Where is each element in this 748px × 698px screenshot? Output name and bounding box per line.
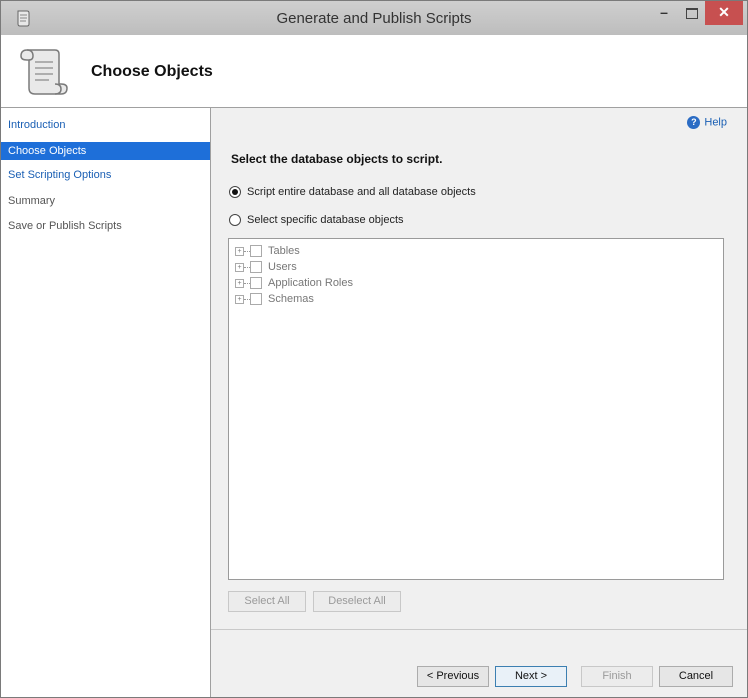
section-title: Select the database objects to script. bbox=[231, 152, 443, 166]
tree-item-label: Schemas bbox=[268, 293, 314, 306]
object-tree[interactable]: + Tables + Users + Application Roles + Schem… bbox=[228, 238, 724, 580]
radio-selected-icon[interactable] bbox=[229, 186, 241, 199]
checkbox-schemas[interactable] bbox=[250, 293, 262, 306]
maximize-button[interactable] bbox=[679, 1, 705, 25]
expand-icon[interactable]: + bbox=[235, 294, 244, 304]
nav-item-choose-objects[interactable]: Choose Objects bbox=[1, 142, 210, 160]
cancel-button[interactable]: Cancel bbox=[659, 666, 733, 687]
next-button[interactable]: Next > bbox=[495, 666, 567, 687]
expand-icon[interactable]: + bbox=[235, 246, 244, 256]
option-entire-database-label: Script entire database and all database … bbox=[247, 186, 476, 199]
nav-item-save-or-publish-scripts: Save or Publish Scripts bbox=[8, 220, 122, 232]
scroll-icon bbox=[20, 49, 68, 95]
tree-item-label: Tables bbox=[268, 245, 300, 258]
page-header: Choose Objects bbox=[1, 35, 747, 108]
wizard-nav: Introduction Choose Objects Set Scriptin… bbox=[1, 108, 211, 697]
close-button[interactable]: ✕ bbox=[705, 1, 743, 25]
page-title: Choose Objects bbox=[91, 63, 213, 80]
nav-item-set-scripting-options[interactable]: Set Scripting Options bbox=[1, 166, 210, 184]
finish-button[interactable]: Finish bbox=[581, 666, 653, 687]
tree-item-tables[interactable]: + Tables bbox=[235, 243, 300, 259]
tree-item-label: Application Roles bbox=[268, 277, 353, 290]
option-specific-objects[interactable]: Select specific database objects bbox=[229, 214, 404, 227]
option-entire-database[interactable]: Script entire database and all database … bbox=[229, 186, 476, 199]
checkbox-tables[interactable] bbox=[250, 245, 262, 258]
expand-icon[interactable]: + bbox=[235, 262, 244, 272]
help-link[interactable]: ? Help bbox=[687, 116, 727, 129]
tree-item-users[interactable]: + Users bbox=[235, 259, 297, 275]
radio-unselected-icon[interactable] bbox=[229, 214, 241, 227]
help-icon: ? bbox=[687, 116, 701, 129]
title-bar[interactable]: Generate and Publish Scripts – ✕ bbox=[1, 1, 747, 35]
tree-item-application-roles[interactable]: + Application Roles bbox=[235, 275, 353, 291]
help-label: Help bbox=[704, 116, 727, 129]
expand-icon[interactable]: + bbox=[235, 278, 244, 288]
nav-item-summary: Summary bbox=[8, 195, 56, 207]
tree-item-schemas[interactable]: + Schemas bbox=[235, 291, 314, 307]
select-all-button[interactable]: Select All bbox=[228, 591, 306, 612]
deselect-all-button[interactable]: Deselect All bbox=[313, 591, 401, 612]
tree-item-label: Users bbox=[268, 261, 297, 274]
maximize-icon bbox=[686, 8, 698, 19]
generate-publish-scripts-window: Generate and Publish Scripts – ✕ Choose … bbox=[0, 0, 748, 698]
minimize-button[interactable]: – bbox=[651, 1, 677, 25]
previous-button[interactable]: < Previous bbox=[417, 666, 489, 687]
option-specific-objects-label: Select specific database objects bbox=[247, 214, 404, 227]
window-title: Generate and Publish Scripts bbox=[276, 10, 472, 27]
main-panel: ? Help Select the database objects to scr… bbox=[211, 108, 747, 697]
checkbox-application-roles[interactable] bbox=[250, 277, 262, 290]
nav-item-introduction[interactable]: Introduction bbox=[1, 116, 210, 134]
footer-divider bbox=[211, 629, 747, 630]
checkbox-users[interactable] bbox=[250, 261, 262, 274]
